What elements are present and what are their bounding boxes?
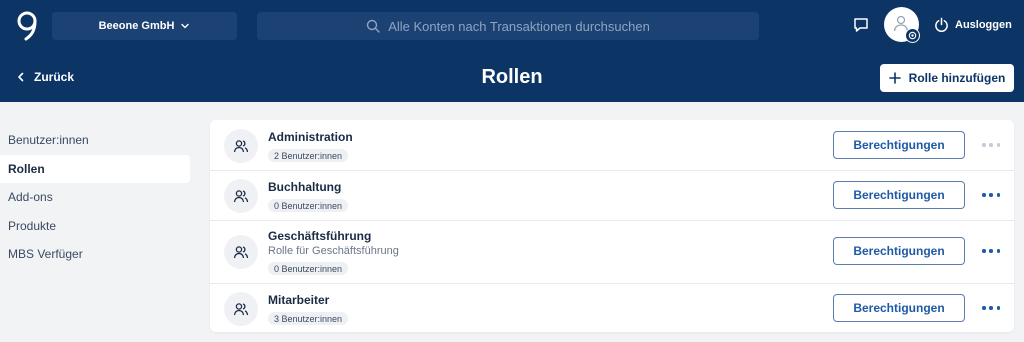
sidebar: Benutzer:innen Rollen Add-ons Produkte M…: [0, 126, 190, 269]
users-icon: [224, 129, 258, 163]
users-icon: [224, 235, 258, 269]
settings-icon[interactable]: [905, 28, 920, 43]
search-placeholder: Alle Konten nach Transaktionen durchsuch…: [388, 18, 650, 34]
roles-list: Administration 2 Benutzer:innen Berechti…: [210, 120, 1014, 332]
users-icon: [224, 179, 258, 213]
add-role-label: Rolle hinzufügen: [908, 71, 1006, 85]
member-count-badge: 0 Benutzer:innen: [268, 262, 349, 275]
power-icon: [935, 17, 948, 32]
more-horizontal-icon[interactable]: [982, 246, 1000, 256]
role-name: Mitarbeiter: [268, 293, 330, 307]
plus-icon: [888, 72, 901, 84]
top-header: Beeone GmbH Alle Konten nach Transaktion…: [0, 0, 1024, 102]
member-count-badge: 2 Benutzer:innen: [268, 149, 349, 162]
more-horizontal-icon[interactable]: [982, 190, 1000, 200]
permissions-button[interactable]: Berechtigungen: [833, 294, 965, 322]
sidebar-item-produkte[interactable]: Produkte: [0, 212, 190, 240]
permissions-button[interactable]: Berechtigungen: [833, 181, 965, 209]
permissions-button[interactable]: Berechtigungen: [833, 237, 965, 265]
role-name: Buchhaltung: [268, 180, 342, 194]
permissions-button[interactable]: Berechtigungen: [833, 131, 965, 159]
company-name: Beeone GmbH: [98, 20, 175, 32]
sidebar-item-benutzer[interactable]: Benutzer:innen: [0, 126, 190, 154]
role-name: Administration: [268, 130, 353, 144]
sidebar-item-mbs-verfueger[interactable]: MBS Verfüger: [0, 240, 190, 268]
sidebar-item-rollen[interactable]: Rollen: [0, 154, 190, 183]
more-horizontal-icon[interactable]: [982, 303, 1000, 313]
logout-button[interactable]: Ausloggen: [934, 17, 1012, 32]
role-row-buchhaltung: Buchhaltung 0 Benutzer:innen Berechtigun…: [210, 171, 1014, 221]
chevron-down-icon: [181, 23, 190, 29]
logout-label: Ausloggen: [955, 18, 1012, 31]
users-icon: [224, 292, 258, 326]
chat-icon[interactable]: [852, 16, 870, 34]
role-row-administration: Administration 2 Benutzer:innen Berechti…: [210, 120, 1014, 171]
page-title: Rollen: [481, 66, 543, 88]
search-input[interactable]: Alle Konten nach Transaktionen durchsuch…: [257, 12, 759, 40]
more-horizontal-icon: [982, 140, 1000, 150]
member-count-badge: 0 Benutzer:innen: [268, 199, 349, 212]
role-name: Geschäftsführung: [268, 229, 372, 243]
search-icon: [366, 19, 380, 33]
add-role-button[interactable]: Rolle hinzufügen: [880, 64, 1014, 92]
sidebar-item-addons[interactable]: Add-ons: [0, 183, 190, 211]
role-description: Rolle für Geschäftsführung: [268, 245, 399, 257]
role-row-geschaeftsfuehrung: Geschäftsführung Rolle für Geschäftsführ…: [210, 221, 1014, 284]
brand-logo-icon[interactable]: [14, 10, 40, 42]
member-count-badge: 3 Benutzer:innen: [268, 312, 349, 325]
avatar[interactable]: [884, 7, 920, 43]
company-selector[interactable]: Beeone GmbH: [52, 12, 237, 40]
role-row-mitarbeiter: Mitarbeiter 3 Benutzer:innen Berechtigun…: [210, 284, 1014, 332]
